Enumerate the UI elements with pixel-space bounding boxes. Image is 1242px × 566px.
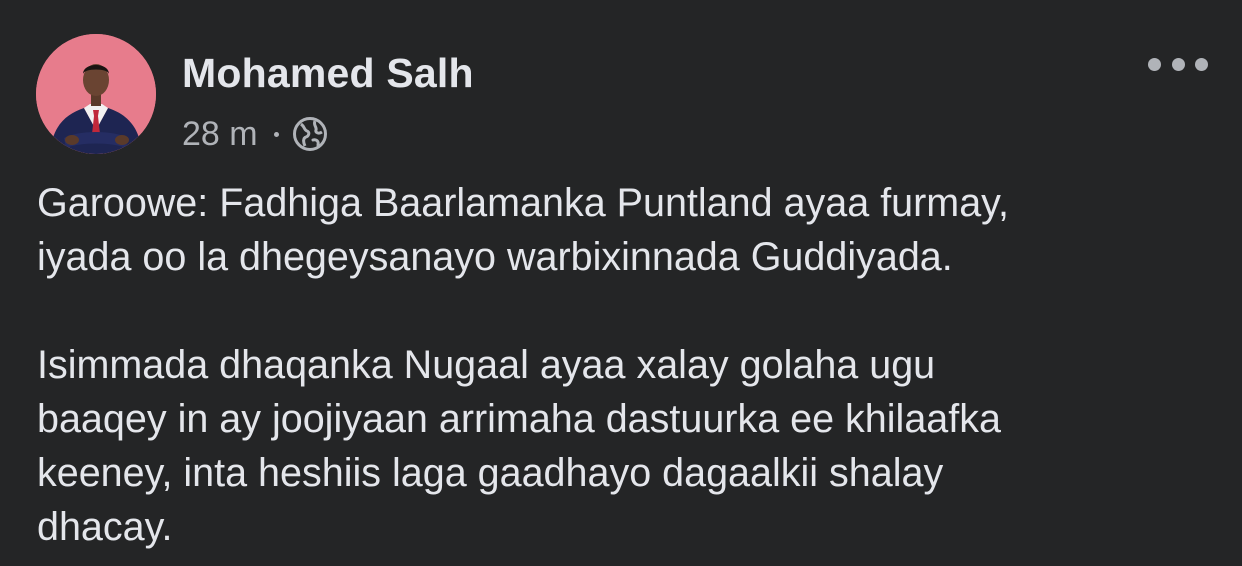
author-name[interactable]: Mohamed Salh (182, 50, 474, 97)
globe-icon[interactable] (291, 115, 329, 153)
more-options-icon-dot (1171, 57, 1185, 71)
post-body: Garoowe: Fadhiga Baarlamanka Puntland ay… (37, 176, 1217, 554)
post-timestamp[interactable]: 28 m (182, 115, 258, 154)
post-paragraph: Isimmada dhaqanka Nugaal ayaa xalay gola… (37, 343, 1001, 549)
more-options-icon-dot (1195, 57, 1208, 71)
more-options-button[interactable] (1148, 44, 1208, 84)
meta-separator-dot (273, 131, 279, 137)
post-meta: 28 m (182, 112, 329, 156)
post-card: Mohamed Salh 28 m Garoowe: Fadhiga Baarl… (0, 0, 1242, 566)
avatar-photo (36, 34, 156, 154)
post-paragraph: Garoowe: Fadhiga Baarlamanka Puntland ay… (37, 181, 1009, 279)
more-options-icon (1148, 57, 1161, 71)
author-avatar[interactable] (36, 34, 156, 154)
